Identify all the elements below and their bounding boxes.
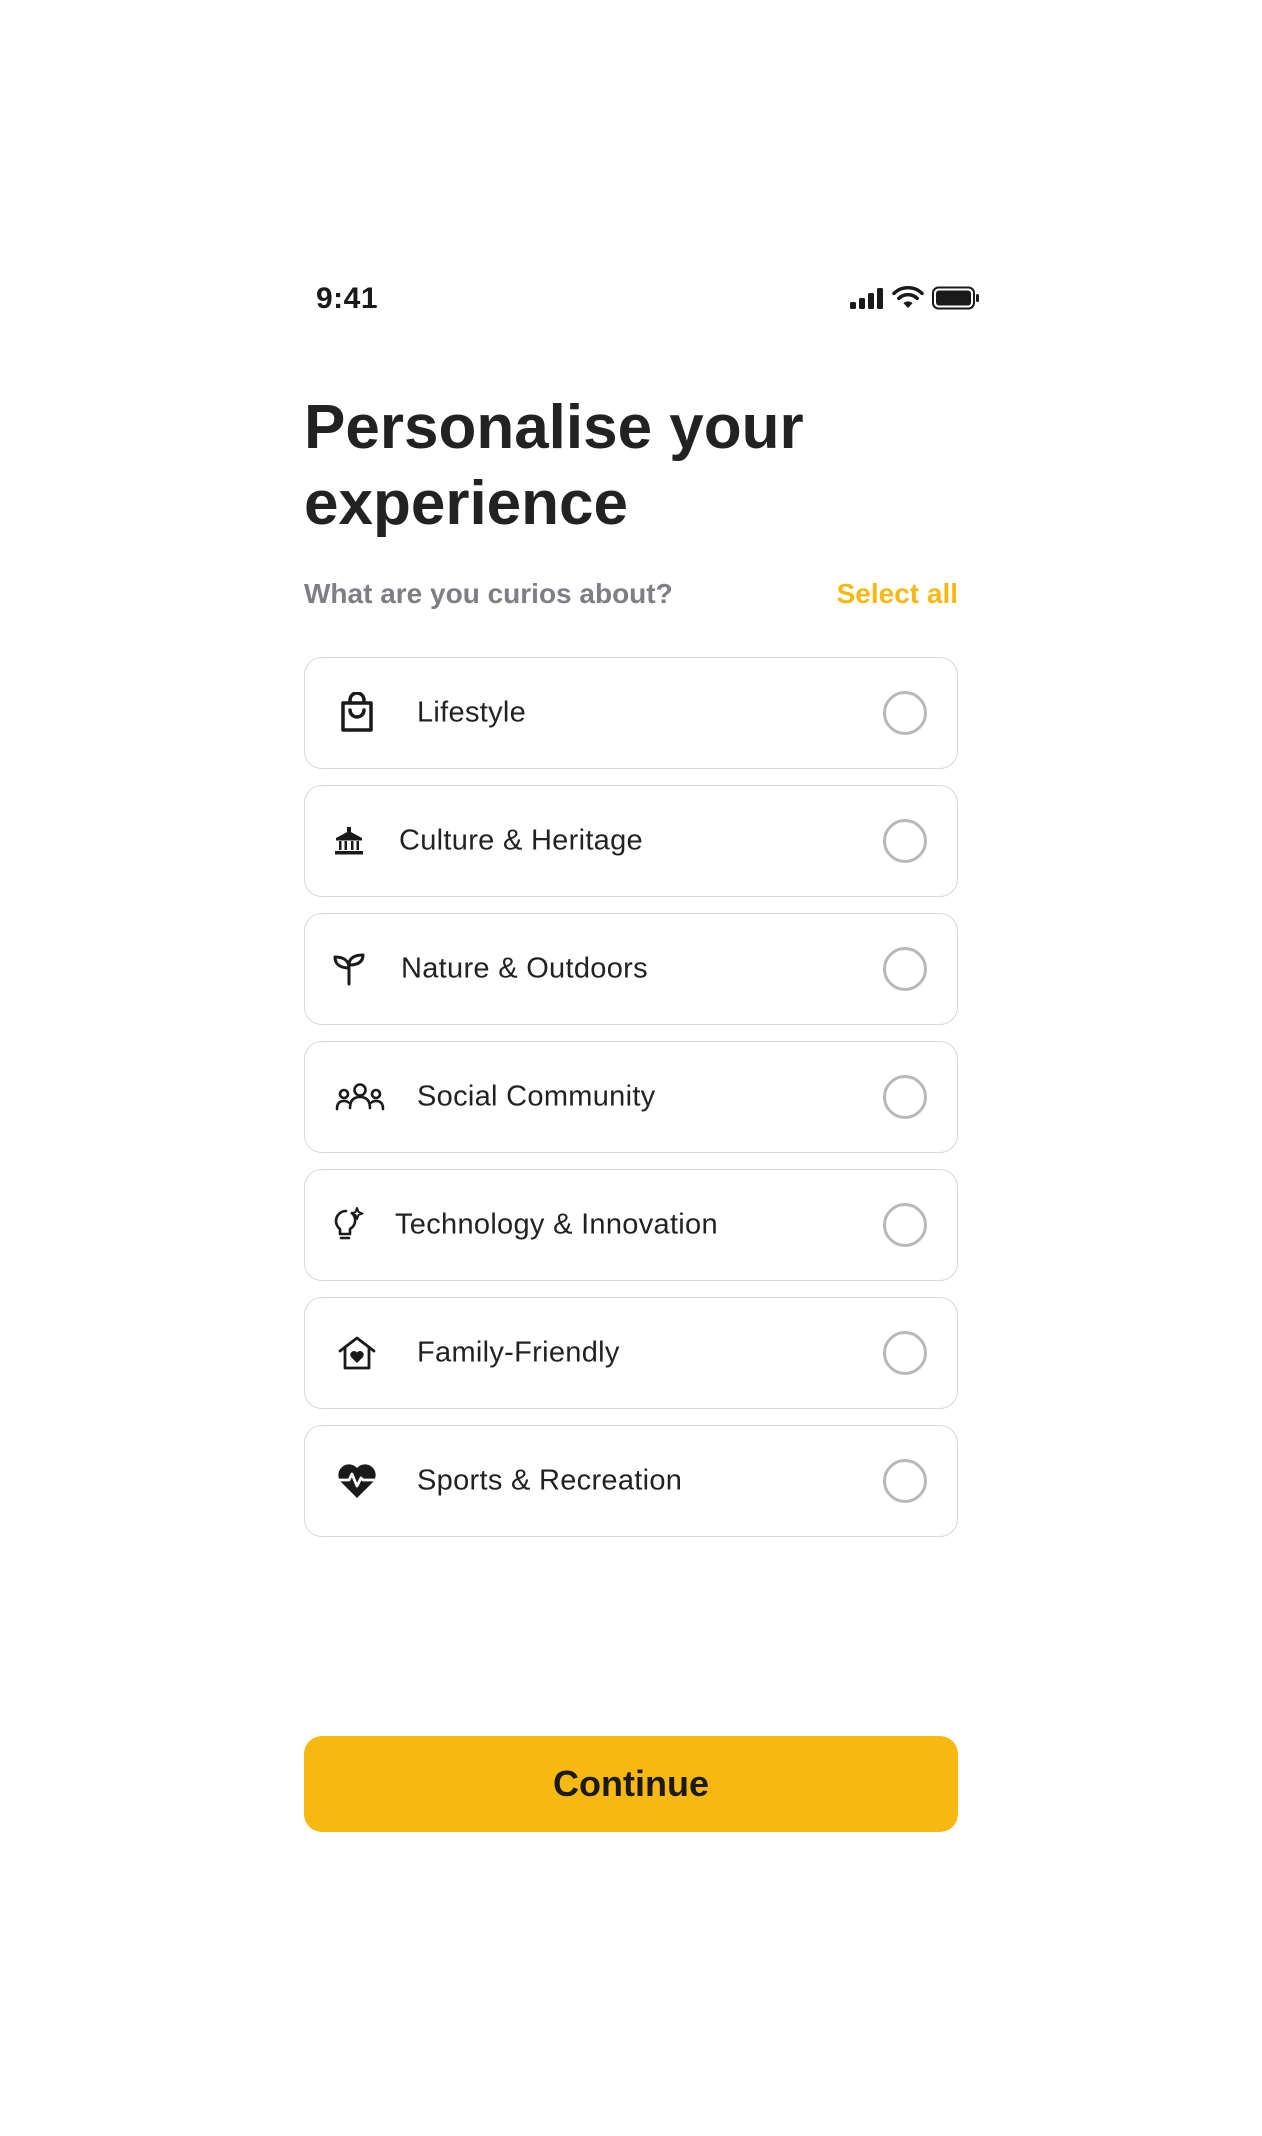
- battery-icon: [932, 286, 980, 315]
- interest-question: What are you curios about?: [304, 578, 673, 609]
- continue-button[interactable]: Continue: [304, 1736, 958, 1832]
- option-label: Nature & Outdoors: [401, 952, 648, 985]
- option-technology-innovation[interactable]: Technology & Innovation: [304, 1169, 958, 1281]
- sprout-icon: [325, 945, 373, 993]
- status-icons: [850, 286, 980, 315]
- radio-button[interactable]: [883, 691, 927, 735]
- status-time: 9:41: [316, 282, 379, 315]
- option-family-friendly[interactable]: Family-Friendly: [304, 1297, 958, 1409]
- lightbulb-icon: [323, 1201, 371, 1249]
- radio-button[interactable]: [883, 1075, 927, 1119]
- option-label: Family-Friendly: [417, 1336, 620, 1369]
- option-label: Culture & Heritage: [399, 824, 643, 857]
- radio-button[interactable]: [883, 1331, 927, 1375]
- page-title: Personalise your experience: [304, 393, 804, 538]
- heart-pulse-icon: [333, 1457, 381, 1505]
- option-nature-outdoors[interactable]: Nature & Outdoors: [304, 913, 958, 1025]
- wifi-icon: [892, 286, 924, 315]
- option-label: Technology & Innovation: [395, 1208, 718, 1241]
- radio-button[interactable]: [883, 1459, 927, 1503]
- option-label: Lifestyle: [417, 696, 527, 729]
- option-label: Sports & Recreation: [417, 1464, 683, 1497]
- status-bar: 9:41: [300, 282, 980, 322]
- option-sports-recreation[interactable]: Sports & Recreation: [304, 1425, 958, 1537]
- select-all-button[interactable]: Select all: [837, 578, 958, 610]
- option-lifestyle[interactable]: Lifestyle: [304, 657, 958, 769]
- people-group-icon: [335, 1073, 385, 1121]
- museum-icon: [325, 817, 373, 865]
- home-heart-icon: [333, 1329, 381, 1377]
- interest-options-list: Lifestyle Culture & Heritage Nature & Ou…: [304, 657, 958, 1553]
- radio-button[interactable]: [883, 819, 927, 863]
- option-label: Social Community: [417, 1080, 656, 1113]
- option-social-community[interactable]: Social Community: [304, 1041, 958, 1153]
- signal-icon: [850, 287, 884, 314]
- option-culture-heritage[interactable]: Culture & Heritage: [304, 785, 958, 897]
- shopping-bag-icon: [333, 689, 381, 737]
- radio-button[interactable]: [883, 947, 927, 991]
- radio-button[interactable]: [883, 1203, 927, 1247]
